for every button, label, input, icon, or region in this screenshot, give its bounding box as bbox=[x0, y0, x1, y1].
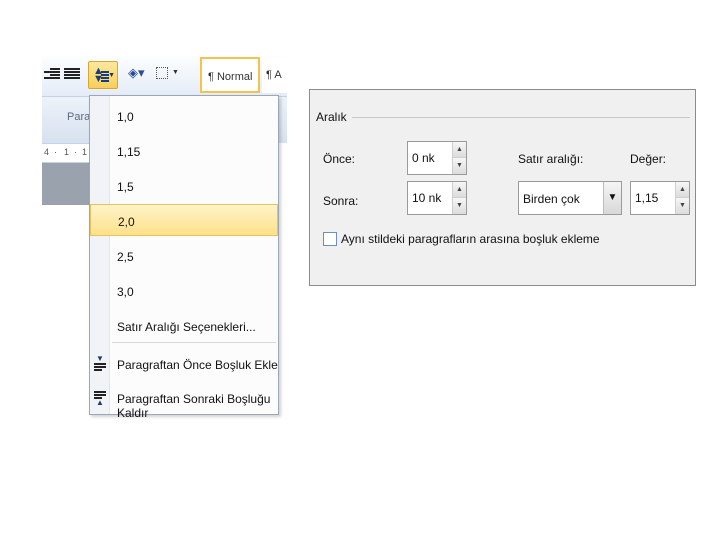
before-spinner[interactable]: 0 nk ▲ ▼ bbox=[407, 141, 467, 175]
spacing-dialog: Aralık Önce: 0 nk ▲ ▼ Sonra: 10 nk ▲ ▼ S… bbox=[309, 89, 696, 286]
chevron-down-icon: ▼ bbox=[108, 72, 115, 79]
before-value: 0 nk bbox=[412, 151, 435, 165]
menu-item-label: 2,0 bbox=[118, 215, 135, 229]
chevron-down-icon: ▼ bbox=[172, 69, 179, 76]
ruler-mark: · bbox=[54, 147, 57, 157]
shading-icon[interactable]: ◈▾ bbox=[128, 65, 152, 85]
menu-item-remove-space-after[interactable]: ▲ Paragraftan Sonraki Boşluğu Kaldır bbox=[90, 382, 278, 420]
no-space-same-style-checkbox[interactable] bbox=[323, 232, 337, 246]
value-label: Değer: bbox=[630, 152, 667, 166]
spin-down-icon[interactable]: ▼ bbox=[676, 198, 689, 214]
menu-item-3-0[interactable]: 3,0 bbox=[90, 275, 278, 307]
spin-up-icon[interactable]: ▲ bbox=[453, 142, 466, 158]
align-right-icon[interactable] bbox=[44, 67, 60, 83]
after-spinner[interactable]: 10 nk ▲ ▼ bbox=[407, 181, 467, 215]
remove-space-after-icon: ▲ bbox=[94, 390, 106, 407]
menu-item-2-5[interactable]: 2,5 bbox=[90, 240, 278, 272]
line-spacing-select[interactable]: Birden çok ▼ bbox=[518, 181, 622, 215]
ruler-mark: 1 bbox=[82, 147, 88, 157]
menu-item-1-15[interactable]: 1,15 bbox=[90, 135, 278, 167]
dropdown-arrow-icon[interactable]: ▼ bbox=[603, 182, 621, 214]
document-background bbox=[42, 163, 90, 205]
style-next[interactable]: ¶ A bbox=[262, 57, 287, 93]
menu-item-label: 1,0 bbox=[117, 110, 134, 124]
line-spacing-button[interactable]: ▲ ▼ ▼ bbox=[88, 61, 118, 89]
spin-up-icon[interactable]: ▲ bbox=[453, 182, 466, 198]
value-spinner[interactable]: 1,15 ▲ ▼ bbox=[630, 181, 690, 215]
ruler: 4 · 1 · 1 bbox=[42, 143, 90, 163]
spin-up-icon[interactable]: ▲ bbox=[676, 182, 689, 198]
justify-icon[interactable] bbox=[64, 67, 80, 83]
add-space-before-icon: ▼ bbox=[94, 355, 106, 372]
value-value: 1,15 bbox=[635, 191, 659, 205]
menu-item-label: 2,5 bbox=[117, 250, 134, 264]
menu-item-label: Paragraftan Önce Boşluk Ekle bbox=[117, 358, 278, 372]
menu-item-label: 1,5 bbox=[117, 180, 134, 194]
menu-item-add-space-before[interactable]: ▼ Paragraftan Önce Boşluk Ekle bbox=[90, 348, 278, 380]
menu-item-2-0[interactable]: 2,0 bbox=[90, 204, 278, 236]
ruler-mark: 4 bbox=[44, 147, 50, 157]
ruler-mark: · bbox=[74, 147, 77, 157]
line-spacing-label: Satır aralığı: bbox=[518, 152, 584, 166]
section-divider bbox=[352, 117, 690, 118]
section-title: Aralık bbox=[316, 110, 347, 124]
borders-button[interactable]: ▼ bbox=[156, 65, 180, 85]
borders-icon bbox=[156, 67, 168, 79]
line-spacing-menu: 1,0 1,15 1,5 2,0 2,5 3,0 Satır Aralığı S… bbox=[89, 95, 279, 420]
ribbon-toolbar: ▲ ▼ ▼ ◈▾ ▼ ¶ Normal ¶ A bbox=[42, 55, 287, 97]
no-space-same-style-label[interactable]: Aynı stildeki paragrafların arasına boşl… bbox=[341, 232, 600, 246]
spin-down-icon[interactable]: ▼ bbox=[453, 198, 466, 214]
spin-down-icon[interactable]: ▼ bbox=[453, 158, 466, 174]
menu-item-label: 3,0 bbox=[117, 285, 134, 299]
menu-item-label: Satır Aralığı Seçenekleri... bbox=[117, 320, 256, 334]
before-label: Önce: bbox=[323, 152, 356, 166]
ruler-mark: 1 bbox=[64, 147, 70, 157]
line-spacing-value: Birden çok bbox=[523, 192, 580, 206]
menu-item-line-spacing-options[interactable]: Satır Aralığı Seçenekleri... bbox=[90, 310, 278, 342]
menu-item-1-5[interactable]: 1,5 bbox=[90, 170, 278, 202]
after-value: 10 nk bbox=[412, 191, 442, 205]
menu-separator bbox=[112, 342, 276, 343]
menu-item-label: Paragraftan Sonraki Boşluğu Kaldır bbox=[117, 392, 271, 420]
style-normal[interactable]: ¶ Normal bbox=[200, 57, 260, 93]
menu-item-1-0[interactable]: 1,0 bbox=[90, 100, 278, 132]
menu-item-label: 1,15 bbox=[117, 145, 141, 159]
after-label: Sonra: bbox=[323, 194, 359, 208]
